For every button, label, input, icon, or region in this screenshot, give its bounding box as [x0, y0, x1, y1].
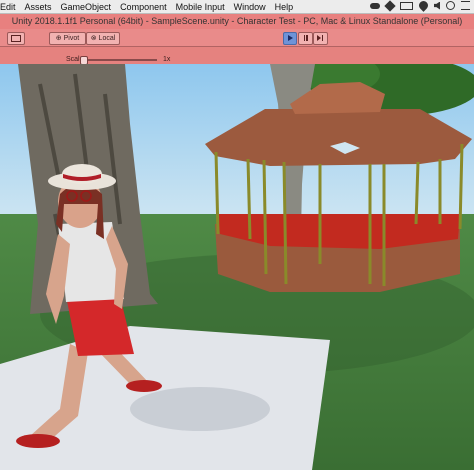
play-icon	[287, 35, 293, 42]
step-icon	[317, 35, 324, 42]
pause-button[interactable]	[298, 32, 313, 45]
scale-slider[interactable]	[83, 59, 157, 61]
game-viewport[interactable]	[0, 64, 474, 470]
pause-icon	[303, 35, 308, 42]
menu-mobile-input[interactable]: Mobile Input	[176, 2, 225, 12]
menu-help[interactable]: Help	[275, 2, 294, 12]
scene-render	[0, 64, 474, 470]
battery-icon[interactable]	[400, 1, 413, 10]
pivot-icon: ⊕	[55, 35, 62, 42]
pivot-toggle[interactable]: ⊕ Pivot	[49, 32, 86, 45]
status-icons	[370, 0, 470, 12]
menu-window[interactable]: Window	[234, 2, 266, 12]
menu-component[interactable]: Component	[120, 2, 167, 12]
window-title: Unity 2018.1.1f1 Personal (64bit) - Samp…	[0, 14, 474, 29]
sound-icon[interactable]	[434, 1, 440, 10]
rect-tool-icon	[11, 34, 21, 42]
menu-edit[interactable]: Edit	[0, 2, 16, 12]
wifi-icon[interactable]	[417, 0, 430, 12]
unity-toolbar: ⊕ Pivot ⊗ Local	[0, 29, 474, 47]
path-shadow	[130, 387, 270, 431]
menu-gameobject[interactable]: GameObject	[61, 2, 112, 12]
local-icon: ⊗	[90, 35, 97, 42]
scale-value: 1x	[163, 56, 171, 63]
step-button[interactable]	[313, 32, 328, 45]
cloud-icon[interactable]	[370, 2, 380, 9]
character-shoe	[126, 380, 162, 392]
menu-assets[interactable]: Assets	[25, 2, 52, 12]
character-shoe	[16, 434, 60, 448]
play-button[interactable]	[283, 32, 297, 45]
pivot-label: Pivot	[63, 35, 80, 42]
local-toggle[interactable]: ⊗ Local	[86, 32, 120, 45]
local-label: Local	[98, 35, 116, 42]
menu-bar: Edit Assets GameObject Component Mobile …	[0, 0, 474, 14]
dropbox-icon[interactable]	[384, 0, 396, 12]
spotlight-icon[interactable]	[446, 1, 455, 10]
rect-tool-button[interactable]	[7, 32, 25, 45]
menu-icon[interactable]	[461, 1, 470, 10]
